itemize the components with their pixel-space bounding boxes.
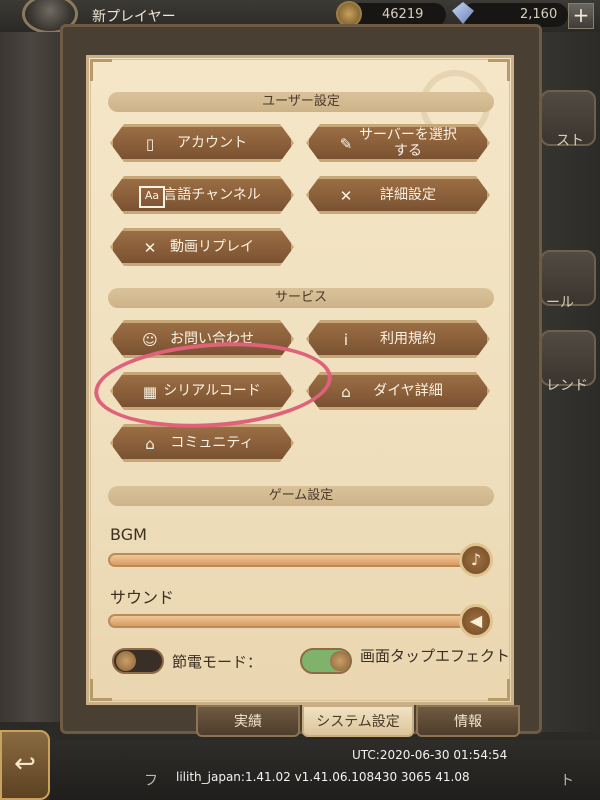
- tab-system-settings[interactable]: システム設定: [302, 705, 414, 737]
- back-arrow-icon[interactable]: ↩: [0, 730, 50, 800]
- select-server-button[interactable]: ✎ サーバーを選択 する: [306, 124, 490, 162]
- coin-value: 46219: [382, 7, 424, 22]
- text-icon: Aa: [139, 186, 165, 208]
- add-gems-button[interactable]: +: [568, 3, 594, 29]
- toggle-knob: [330, 651, 350, 671]
- side-menu-label: レンド: [546, 378, 588, 394]
- left-decorative-pillar: [0, 32, 64, 722]
- phone-icon: ▯: [145, 135, 155, 153]
- account-button[interactable]: ▯ アカウント: [110, 124, 294, 162]
- button-label: サーバーを選択: [359, 127, 457, 143]
- tab-info[interactable]: 情報: [416, 705, 520, 737]
- power-saving-toggle[interactable]: [112, 648, 164, 674]
- headset-icon: ☺: [142, 331, 158, 349]
- background-text: フ: [144, 773, 158, 789]
- tools-icon: ✕: [339, 187, 353, 205]
- button-label: 利用規約: [380, 331, 436, 347]
- gem-value: 2,160: [520, 7, 558, 22]
- detailed-settings-button[interactable]: ✕ 詳細設定: [306, 176, 490, 214]
- bgm-slider[interactable]: [108, 553, 482, 567]
- utc-timestamp: UTC:2020-06-30 01:54:54: [352, 748, 508, 762]
- toggle-knob: [116, 651, 136, 671]
- power-saving-label: 節電モード：: [172, 653, 263, 671]
- tap-effect-label: 画面タップエフェクト: [360, 647, 510, 665]
- tab-achievements[interactable]: 実績: [196, 705, 300, 737]
- background-text: ト: [560, 773, 574, 789]
- tools-icon: ✕: [143, 239, 157, 257]
- button-label: ダイヤ詳細: [373, 383, 443, 399]
- language-channel-button[interactable]: Aa 言語チャンネル: [110, 176, 294, 214]
- speaker-icon[interactable]: ◀: [459, 604, 493, 638]
- terms-of-use-button[interactable]: i 利用規約: [306, 320, 490, 358]
- music-note-icon[interactable]: ♪: [459, 543, 493, 577]
- button-label: アカウント: [177, 135, 247, 151]
- sound-label: サウンド: [110, 588, 175, 607]
- tap-effect-toggle[interactable]: [300, 648, 352, 674]
- button-label: する: [394, 143, 422, 159]
- button-label: 詳細設定: [380, 187, 436, 203]
- corner-ornament: [488, 679, 510, 701]
- video-replay-button[interactable]: ✕ 動画リプレイ: [110, 228, 294, 266]
- community-button[interactable]: ⌂ コミュニティ: [110, 424, 294, 462]
- version-info: lilith_japan:1.41.02 v1.41.06.108430 306…: [176, 770, 470, 784]
- diamond-details-button[interactable]: ⌂ ダイヤ詳細: [306, 372, 490, 410]
- player-name: 新プレイヤー: [92, 9, 176, 25]
- info-icon: i: [343, 331, 349, 349]
- section-header-user: ユーザー設定: [108, 92, 494, 112]
- corner-ornament: [90, 59, 112, 81]
- corner-ornament: [90, 679, 112, 701]
- corner-ornament: [488, 59, 510, 81]
- section-header-game: ゲーム設定: [108, 486, 494, 506]
- bgm-label: BGM: [110, 525, 147, 544]
- home-icon: ⌂: [145, 435, 155, 453]
- section-header-service: サービス: [108, 288, 494, 308]
- button-label: コミュニティ: [170, 435, 254, 451]
- side-menu-label: ール: [546, 295, 574, 311]
- map-icon: ✎: [339, 135, 353, 153]
- side-menu-label: スト: [556, 133, 584, 149]
- home-icon: ⌂: [341, 383, 351, 401]
- button-label: 動画リプレイ: [170, 239, 254, 255]
- sound-slider[interactable]: [108, 614, 482, 628]
